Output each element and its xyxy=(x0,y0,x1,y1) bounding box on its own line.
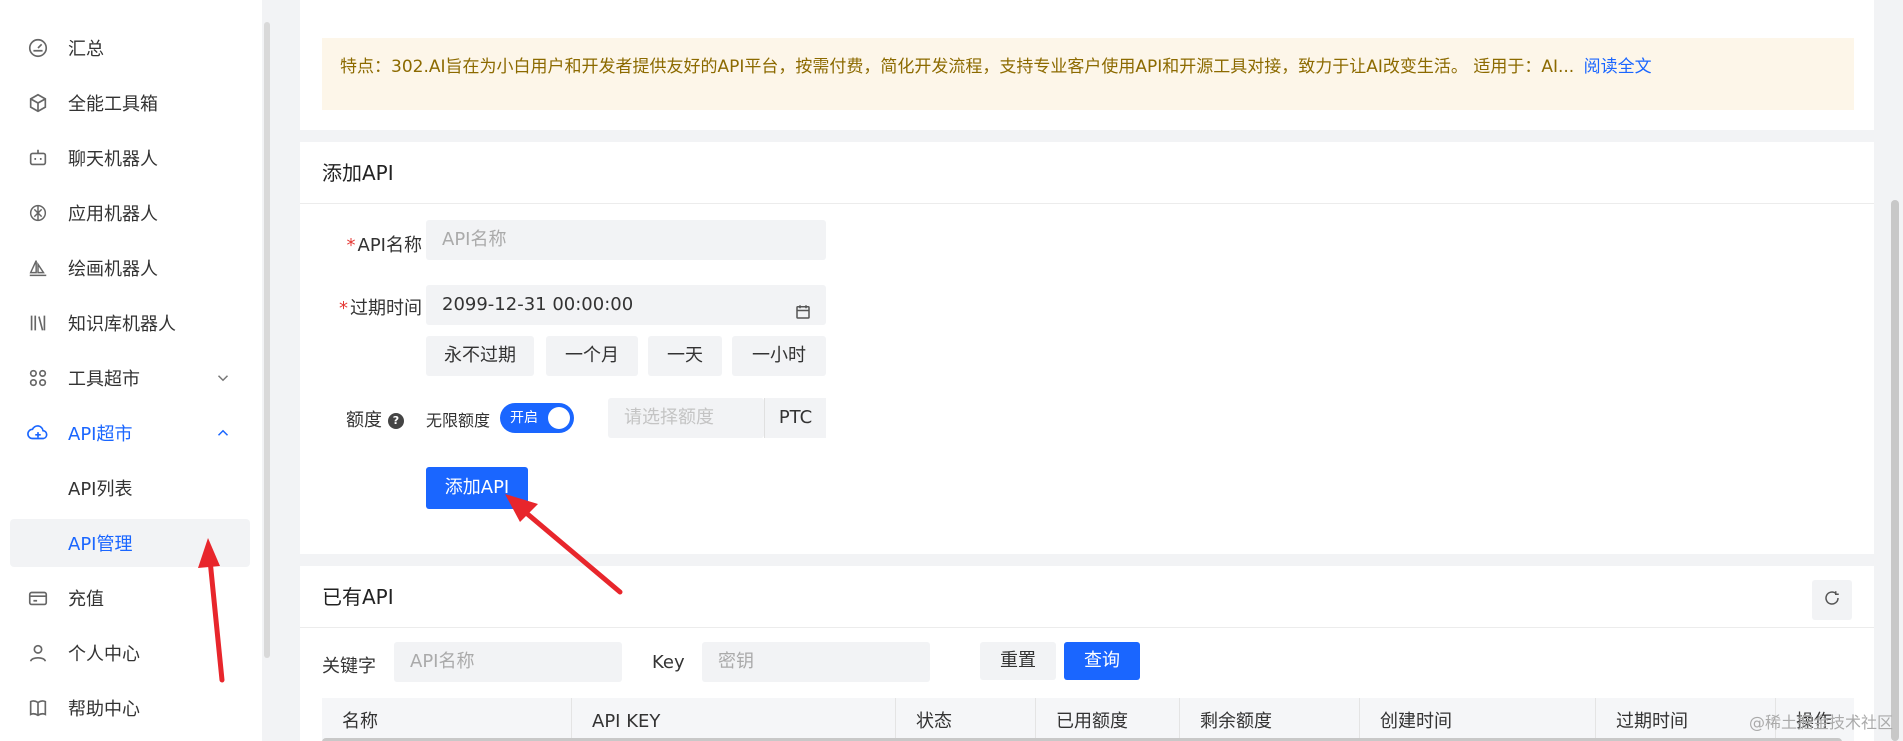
help-icon[interactable]: ? xyxy=(388,413,404,429)
add-api-card: 添加API * API名称 API名称 * 过期时间 2099-12-31 00:0… xyxy=(300,142,1874,554)
key-input[interactable]: 密钥 xyxy=(702,642,930,682)
grid-icon xyxy=(24,364,52,392)
quota-input[interactable]: 请选择额度 xyxy=(608,398,764,438)
sidebar-item-label: 工具超市 xyxy=(68,369,140,390)
cloud-icon xyxy=(24,419,52,447)
sidebar-item-label: 帮助中心 xyxy=(68,699,140,720)
watermark: @稀土掘金技术社区 xyxy=(1748,713,1893,732)
search-button[interactable]: 查询 xyxy=(1064,642,1140,680)
column-status: 状态 xyxy=(896,698,1036,741)
intro-card: 特点：302.AI旨在为小白用户和开发者提供友好的API平台，按需付费，简化开发… xyxy=(300,0,1874,130)
refresh-button[interactable] xyxy=(1812,580,1852,620)
sidebar-item-summary[interactable]: 汇总 xyxy=(10,24,250,72)
feature-notice: 特点：302.AI旨在为小白用户和开发者提供友好的API平台，按需付费，简化开发… xyxy=(322,38,1854,110)
reset-button[interactable]: 重置 xyxy=(980,642,1056,680)
read-more-link[interactable]: 阅读全文 xyxy=(1584,57,1652,77)
sidebar-item-chatbot[interactable]: 聊天机器人 xyxy=(10,134,250,182)
expire-time-label: * 过期时间 xyxy=(339,298,422,319)
sidebar-item-drawbot[interactable]: 绘画机器人 xyxy=(10,244,250,292)
quota-label: 额度? xyxy=(298,406,404,432)
app-window: 汇总 全能工具箱 聊天机器人 应用机器人 绘画机器人 知识库机器人 工具超市 A… xyxy=(0,0,1903,741)
sidebar-item-profile[interactable]: 个人中心 xyxy=(10,629,250,677)
main-vertical-scrollbar[interactable] xyxy=(1891,200,1899,741)
sidebar-subitem-api-list[interactable]: API列表 xyxy=(10,464,250,512)
api-name-label: * API名称 xyxy=(346,235,422,256)
chevron-down-icon xyxy=(214,369,232,387)
sidebar-item-label: 充值 xyxy=(68,589,104,610)
key-label: Key xyxy=(652,652,685,673)
sidebar-item-label: 应用机器人 xyxy=(68,204,158,225)
sidebar-scrollbar[interactable] xyxy=(264,22,270,658)
sidebar-item-toolbox[interactable]: 全能工具箱 xyxy=(10,79,250,127)
sidebar-item-knowledge[interactable]: 知识库机器人 xyxy=(10,299,250,347)
calendar-icon xyxy=(794,296,812,319)
sidebar-item-label: 绘画机器人 xyxy=(68,259,158,280)
dashboard-icon xyxy=(24,34,52,62)
sidebar-item-api-market[interactable]: API超市 xyxy=(10,409,250,457)
toggle-knob xyxy=(548,407,570,429)
column-name: 名称 xyxy=(322,698,572,741)
expire-time-input[interactable]: 2099-12-31 00:00:00 xyxy=(426,285,826,325)
sidebar-item-label: 知识库机器人 xyxy=(68,314,176,335)
column-api-key: API KEY xyxy=(572,698,896,741)
robot-icon xyxy=(24,144,52,172)
api-table-header: 名称 API KEY 状态 已用额度 剩余额度 创建时间 过期时间 操作 xyxy=(322,698,1854,741)
sidebar-item-recharge[interactable]: 充值 xyxy=(10,574,250,622)
sidebar: 汇总 全能工具箱 聊天机器人 应用机器人 绘画机器人 知识库机器人 工具超市 A… xyxy=(0,0,262,741)
sidebar-item-label: 聊天机器人 xyxy=(68,149,158,170)
unlimited-quota-label: 无限额度 xyxy=(426,411,491,430)
sidebar-item-label: 汇总 xyxy=(68,39,104,60)
sidebar-item-label: 全能工具箱 xyxy=(68,94,158,115)
column-used-quota: 已用额度 xyxy=(1036,698,1180,741)
add-api-title: 添加API xyxy=(300,142,1874,204)
existing-api-card: 已有API 关键字 API名称 Key 密钥 重置 查询 名称 API KEY … xyxy=(300,566,1874,741)
wallet-icon xyxy=(24,584,52,612)
openai-icon xyxy=(24,199,52,227)
book-icon xyxy=(24,694,52,722)
sidebar-item-label: API超市 xyxy=(68,424,133,445)
keyword-input[interactable]: API名称 xyxy=(394,642,622,682)
unlimited-quota-toggle[interactable]: 开启 xyxy=(500,403,574,433)
books-icon xyxy=(24,309,52,337)
sidebar-item-help[interactable]: 帮助中心 xyxy=(10,684,250,732)
add-api-button[interactable]: 添加API xyxy=(426,467,528,509)
sidebar-item-label: API列表 xyxy=(68,479,133,500)
column-remaining-quota: 剩余额度 xyxy=(1180,698,1360,741)
column-created-time: 创建时间 xyxy=(1360,698,1596,741)
sidebar-item-label: 个人中心 xyxy=(68,644,140,665)
chevron-up-icon xyxy=(214,424,232,442)
sailboat-icon xyxy=(24,254,52,282)
sidebar-item-appbot[interactable]: 应用机器人 xyxy=(10,189,250,237)
one-day-button[interactable]: 一天 xyxy=(648,336,722,376)
api-name-input[interactable]: API名称 xyxy=(426,220,826,260)
keyword-label: 关键字 xyxy=(322,656,376,677)
sidebar-item-label: API管理 xyxy=(68,534,133,555)
existing-api-title: 已有API xyxy=(300,566,1874,628)
never-expire-button[interactable]: 永不过期 xyxy=(426,336,534,376)
cube-icon xyxy=(24,89,52,117)
sidebar-subitem-api-manage[interactable]: API管理 xyxy=(10,519,250,567)
user-icon xyxy=(24,639,52,667)
sidebar-item-tool-market[interactable]: 工具超市 xyxy=(10,354,250,402)
quota-unit: PTC xyxy=(764,398,826,438)
one-month-button[interactable]: 一个月 xyxy=(546,336,638,376)
refresh-icon xyxy=(1823,589,1841,611)
one-hour-button[interactable]: 一小时 xyxy=(732,336,826,376)
notice-text: 特点：302.AI旨在为小白用户和开发者提供友好的API平台，按需付费，简化开发… xyxy=(340,57,1575,77)
